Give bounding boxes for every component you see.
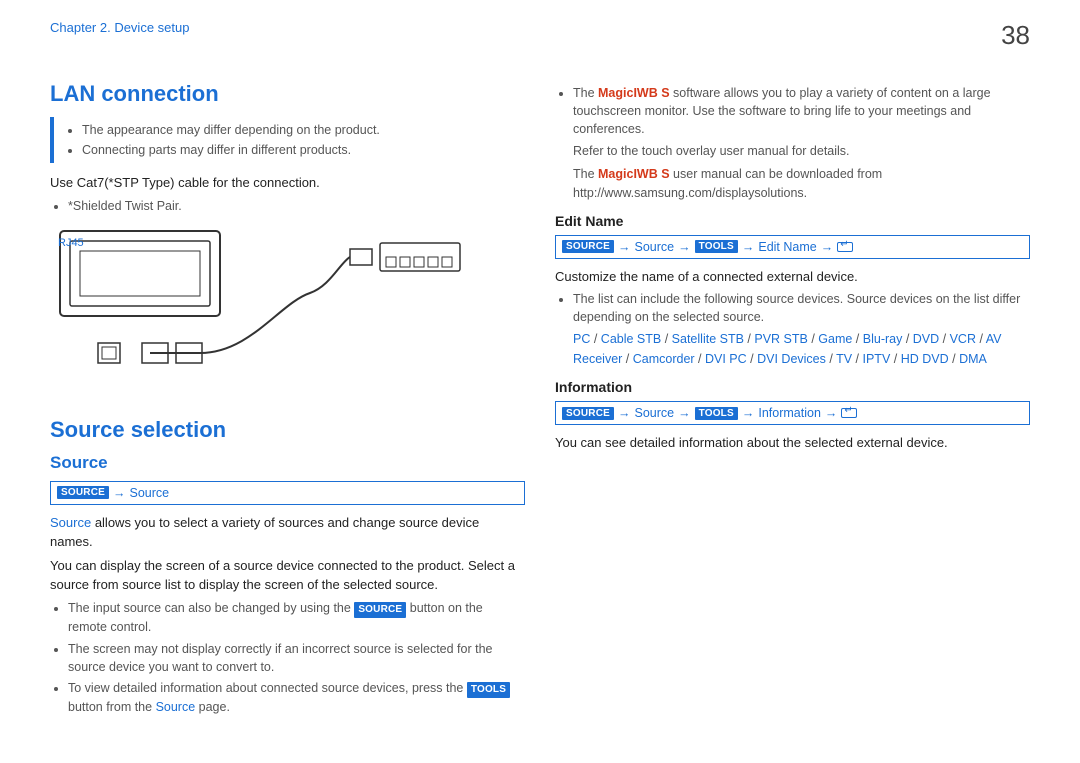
device-item: DVI Devices xyxy=(757,352,826,366)
text: The xyxy=(573,167,598,181)
separator: / xyxy=(622,352,632,366)
magiciwb-bullet: The MagicIWB S software allows you to pl… xyxy=(573,84,1030,138)
chapter-label: Chapter 2. Device setup xyxy=(50,20,189,35)
source-button-icon: SOURCE xyxy=(354,602,406,619)
lan-diagram: RJ45 xyxy=(50,223,525,399)
device-item: Camcorder xyxy=(633,352,695,366)
arrow-icon: → xyxy=(825,406,838,420)
device-item: PC xyxy=(573,332,590,346)
nav-text: Source xyxy=(634,406,674,420)
source-button-icon: SOURCE xyxy=(562,407,614,420)
lan-note-box: The appearance may differ depending on t… xyxy=(50,117,525,163)
lan-note-item: Connecting parts may differ in different… xyxy=(82,141,525,159)
magiciwb-download: The MagicIWB S user manual can be downlo… xyxy=(573,165,1030,203)
magiciwb-label: MagicIWB S xyxy=(598,86,670,100)
stp-note: *Shielded Twist Pair. xyxy=(68,197,525,215)
source-bullet-3: To view detailed information about conne… xyxy=(68,679,525,717)
separator: / xyxy=(808,332,818,346)
separator: / xyxy=(695,352,705,366)
device-list: PC / Cable STB / Satellite STB / PVR STB… xyxy=(573,329,1030,369)
information-heading: Information xyxy=(555,379,1030,395)
information-nav-box: SOURCE → Source → TOOLS → Information → xyxy=(555,401,1030,425)
source-para-1-rest: allows you to select a variety of source… xyxy=(50,515,479,550)
source-nav-box: SOURCE → Source xyxy=(50,481,525,505)
device-item: HD DVD xyxy=(901,352,949,366)
device-item: DVI PC xyxy=(705,352,747,366)
source-para-2: You can display the screen of a source d… xyxy=(50,556,525,595)
source-word: Source xyxy=(156,700,196,714)
arrow-icon: → xyxy=(742,406,755,420)
touch-overlay-ref: Refer to the touch overlay user manual f… xyxy=(573,142,1030,161)
lan-note-item: The appearance may differ depending on t… xyxy=(82,121,525,139)
nav-text: Edit Name xyxy=(758,240,816,254)
tools-button-icon: TOOLS xyxy=(695,240,738,253)
magiciwb-label: MagicIWB S xyxy=(598,167,670,181)
tools-button-icon: TOOLS xyxy=(695,407,738,420)
device-item: TV xyxy=(836,352,852,366)
nav-text: Source xyxy=(634,240,674,254)
text: button from the xyxy=(68,700,156,714)
separator: / xyxy=(852,352,862,366)
cable-instruction: Use Cat7(*STP Type) cable for the connec… xyxy=(50,173,525,193)
device-item: VCR xyxy=(950,332,976,346)
separator: / xyxy=(590,332,600,346)
source-para-1: Source allows you to select a variety of… xyxy=(50,513,525,552)
edit-name-desc: Customize the name of a connected extern… xyxy=(555,267,1030,287)
device-item: DVD xyxy=(913,332,939,346)
separator: / xyxy=(747,352,757,366)
enter-icon xyxy=(837,242,853,252)
separator: / xyxy=(939,332,949,346)
source-subheading: Source xyxy=(50,453,525,473)
source-button-icon: SOURCE xyxy=(562,240,614,253)
lan-heading: LAN connection xyxy=(50,81,525,107)
right-column: The MagicIWB S software allows you to pl… xyxy=(555,81,1030,719)
source-selection-heading: Source selection xyxy=(50,417,525,443)
source-nav-text: Source xyxy=(129,486,169,500)
arrow-icon: → xyxy=(113,486,126,500)
text: The input source can also be changed by … xyxy=(68,601,354,615)
device-item: Game xyxy=(818,332,852,346)
separator: / xyxy=(890,352,900,366)
device-item: Blu-ray xyxy=(863,332,903,346)
separator: / xyxy=(852,332,862,346)
separator: / xyxy=(744,332,754,346)
separator: / xyxy=(976,332,986,346)
enter-icon xyxy=(841,408,857,418)
text: page. xyxy=(195,700,230,714)
edit-name-heading: Edit Name xyxy=(555,213,1030,229)
device-item: Satellite STB xyxy=(672,332,744,346)
separator: / xyxy=(902,332,912,346)
edit-name-bullet: The list can include the following sourc… xyxy=(573,290,1030,326)
source-word: Source xyxy=(50,515,91,530)
device-item: PVR STB xyxy=(754,332,808,346)
rj45-label: RJ45 xyxy=(58,237,98,249)
text: The xyxy=(573,86,598,100)
edit-name-nav-box: SOURCE → Source → TOOLS → Edit Name → xyxy=(555,235,1030,259)
information-desc: You can see detailed information about t… xyxy=(555,433,1030,453)
arrow-icon: → xyxy=(821,240,834,254)
source-bullet-1: The input source can also be changed by … xyxy=(68,599,525,637)
source-button-icon: SOURCE xyxy=(57,486,109,499)
arrow-icon: → xyxy=(742,240,755,254)
arrow-icon: → xyxy=(618,240,631,254)
separator: / xyxy=(949,352,959,366)
text: To view detailed information about conne… xyxy=(68,681,467,695)
device-item: Cable STB xyxy=(601,332,661,346)
separator: / xyxy=(661,332,671,346)
left-column: LAN connection The appearance may differ… xyxy=(50,81,525,719)
tools-button-icon: TOOLS xyxy=(467,682,510,699)
lan-diagram-svg xyxy=(50,223,470,383)
page-number: 38 xyxy=(1001,20,1030,51)
arrow-icon: → xyxy=(678,406,691,420)
device-item: DMA xyxy=(959,352,987,366)
arrow-icon: → xyxy=(618,406,631,420)
arrow-icon: → xyxy=(678,240,691,254)
nav-text: Information xyxy=(758,406,821,420)
source-bullet-2: The screen may not display correctly if … xyxy=(68,640,525,676)
separator: / xyxy=(826,352,836,366)
device-item: IPTV xyxy=(863,352,891,366)
